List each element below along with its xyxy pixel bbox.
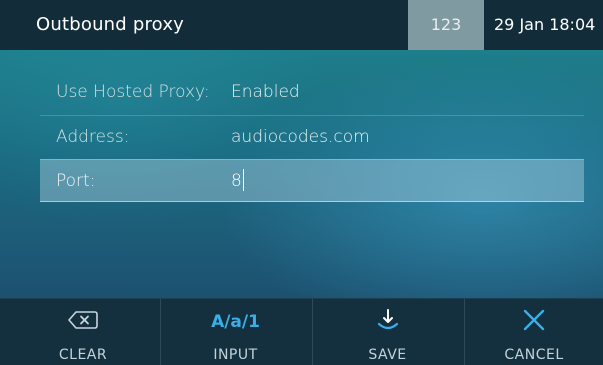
input-mode-icon: A/a/1 [211, 312, 260, 332]
save-icon [375, 308, 401, 336]
softkey-label: CLEAR [58, 347, 108, 363]
softkey-label: SAVE [368, 347, 407, 363]
field-value: Enabled [231, 82, 300, 102]
field-row-port[interactable]: Port: 8 [40, 159, 584, 202]
port-value: 8 [231, 171, 242, 191]
page-title: Outbound proxy [36, 14, 185, 35]
field-value: audiocodes.com [231, 127, 370, 147]
softkey-bar: CLEAR A/a/1 INPUT SAVE CANCEL [0, 298, 603, 365]
clear-button[interactable]: CLEAR [8, 299, 158, 365]
close-icon [522, 308, 546, 336]
input-mode-indicator: 123 [408, 0, 484, 50]
field-label: Address: [56, 127, 130, 147]
field-row-hosted-proxy[interactable]: Use Hosted Proxy: Enabled [40, 71, 584, 114]
phone-screen: Outbound proxy 123 29 Jan 18:04 Use Host… [0, 0, 603, 365]
text-cursor [242, 169, 245, 191]
header-bar: Outbound proxy 123 29 Jan 18:04 [0, 0, 603, 50]
softkey-label: INPUT [213, 347, 258, 363]
input-button[interactable]: A/a/1 INPUT [160, 299, 310, 365]
field-row-address[interactable]: Address: audiocodes.com [40, 115, 584, 158]
field-label: Port: [56, 171, 96, 191]
softkey-label: CANCEL [504, 347, 564, 363]
port-input[interactable]: 8 [231, 160, 245, 203]
field-label: Use Hosted Proxy: [56, 82, 210, 102]
backspace-icon [68, 310, 98, 334]
date-time: 29 Jan 18:04 [494, 15, 596, 34]
settings-list: Use Hosted Proxy: Enabled Address: audio… [0, 50, 603, 298]
save-button[interactable]: SAVE [312, 299, 462, 365]
cancel-button[interactable]: CANCEL [464, 299, 603, 365]
